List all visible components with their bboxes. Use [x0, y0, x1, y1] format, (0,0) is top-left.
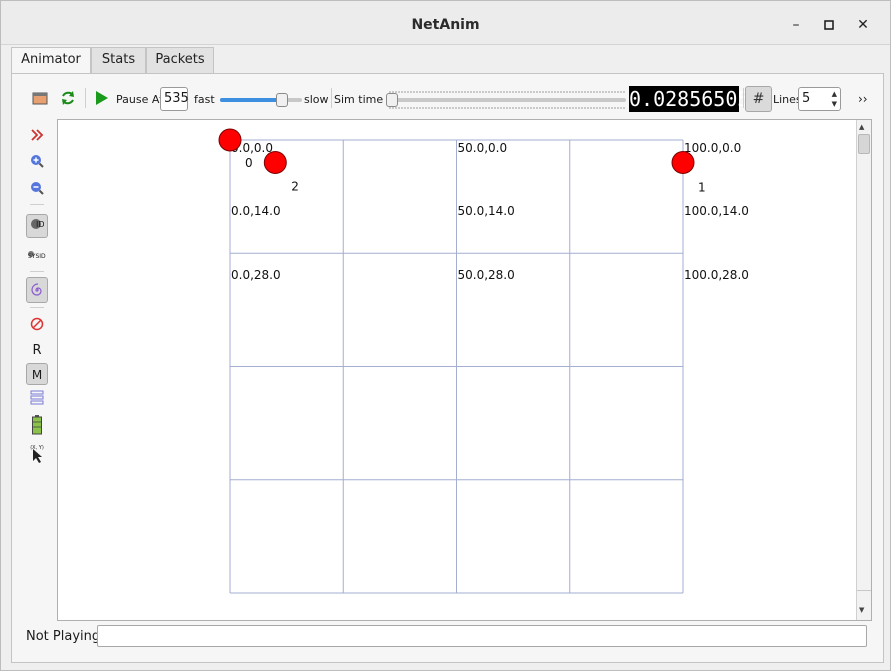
- node-id-label: 1: [698, 181, 706, 195]
- spiral-toggle-icon[interactable]: [26, 277, 48, 303]
- toolbar-separator: [743, 88, 744, 108]
- node-0[interactable]: [218, 128, 242, 152]
- speed-slider-handle[interactable]: [276, 93, 288, 107]
- status-label: Not Playing: [26, 629, 101, 644]
- grid-coordinate-label: 100.0,0.0: [684, 141, 741, 155]
- toolbar-separator: [85, 88, 86, 108]
- maximize-icon[interactable]: [819, 15, 839, 35]
- sim-time-slider-handle[interactable]: [386, 93, 398, 107]
- close-icon[interactable]: ✕: [853, 15, 873, 35]
- scroll-up-icon[interactable]: ▲: [859, 123, 864, 131]
- title-bar: NetAnim – ✕: [1, 1, 890, 45]
- disable-icon[interactable]: [26, 313, 48, 335]
- fast-label: fast: [194, 93, 215, 106]
- open-file-icon[interactable]: [32, 90, 48, 109]
- sidebar-separator: [30, 204, 44, 205]
- xy-pointer-toggle[interactable]: (X, Y): [26, 442, 48, 468]
- grid-coordinate-label: 100.0,28.0: [684, 268, 749, 282]
- node-1[interactable]: [671, 151, 695, 174]
- animator-pane: Pause At 535 fast slow Sim time 0.028565…: [11, 73, 884, 663]
- sidebar-separator: [30, 307, 44, 308]
- sidebar-separator: [30, 271, 44, 272]
- node-2[interactable]: [263, 151, 287, 174]
- toolbar: Pause At 535 fast slow Sim time 0.028565…: [12, 74, 883, 118]
- grid-toggle-icon[interactable]: #: [745, 86, 772, 112]
- node-id-label: 0: [245, 156, 253, 170]
- vertical-scrollbar[interactable]: ▲ ▼: [856, 120, 871, 620]
- list-lines-icon[interactable]: [26, 387, 48, 409]
- status-field: [97, 625, 867, 647]
- mobility-toggle[interactable]: M: [26, 363, 48, 385]
- node-id-label: ID: [36, 220, 45, 229]
- lines-value: 5: [802, 91, 811, 106]
- grid-labels: 0.0,0.0 50.0,0.0 100.0,0.00.0,14.0 50.0,14.…: [231, 141, 749, 282]
- toolbar-separator: [331, 88, 332, 108]
- lines-input[interactable]: 5 ▲ ▼: [798, 87, 841, 111]
- grid-coordinate-label: 100.0,14.0: [684, 204, 749, 218]
- window-title: NetAnim: [411, 17, 480, 33]
- animation-scene: 0.0,0.0 50.0,0.0 100.0,0.00.0,14.0 50.0,14.…: [218, 128, 749, 594]
- fast-forward-icon[interactable]: [26, 124, 48, 146]
- speed-slider-fill: [220, 98, 280, 102]
- pause-at-input[interactable]: 535: [160, 87, 189, 111]
- tab-packets[interactable]: Packets: [146, 47, 214, 73]
- zoom-out-icon[interactable]: [26, 177, 48, 199]
- scrollbar-divider: [857, 590, 871, 591]
- node-id-toggle[interactable]: ID: [26, 214, 48, 238]
- speed-slider[interactable]: [220, 93, 302, 107]
- sysid-toggle[interactable]: SYSID: [26, 246, 48, 268]
- animation-canvas[interactable]: 0.0,0.0 50.0,0.0 100.0,0.0 0.0,14.0 50.0,14.…: [57, 119, 872, 621]
- reload-icon[interactable]: [60, 90, 76, 109]
- zoom-in-icon[interactable]: [26, 150, 48, 172]
- play-icon[interactable]: [95, 91, 109, 108]
- spin-arrows-icon[interactable]: ▲ ▼: [832, 89, 837, 109]
- toolbar-overflow-button[interactable]: ››: [858, 92, 868, 106]
- grid-coordinate-label: 50.0,28.0: [458, 268, 515, 282]
- grid-coordinate-label: 0.0,14.0: [231, 204, 281, 218]
- node-id-label: 2: [291, 180, 299, 194]
- pointer-icon: [33, 449, 42, 463]
- slow-label: slow: [304, 93, 329, 106]
- routing-toggle[interactable]: R: [26, 340, 48, 362]
- scroll-down-icon[interactable]: ▼: [859, 606, 864, 614]
- minimize-icon[interactable]: –: [786, 15, 806, 35]
- scrollbar-thumb[interactable]: [858, 134, 870, 154]
- grid-coordinate-label: 50.0,0.0: [458, 141, 508, 155]
- sim-time-slider[interactable]: [386, 91, 626, 109]
- sidebar: ID SYSID R M (X, Y): [26, 124, 48, 524]
- nodes: 0 2 1: [218, 128, 706, 195]
- grid: [229, 139, 684, 594]
- sysid-label: SYSID: [28, 253, 46, 260]
- grid-coordinate-label: 50.0,14.0: [458, 204, 515, 218]
- sim-time-display: 0.02856505: [629, 86, 750, 112]
- battery-icon[interactable]: [26, 414, 48, 436]
- sim-time-label: Sim time: [334, 93, 384, 106]
- tab-animator[interactable]: Animator: [11, 47, 91, 74]
- netanim-window: NetAnim – ✕ Animator Stats Packets Pause…: [0, 0, 891, 671]
- tab-stats[interactable]: Stats: [91, 47, 146, 73]
- grid-coordinate-label: 0.0,28.0: [231, 268, 281, 282]
- pause-at-label: Pause At: [116, 93, 164, 106]
- sim-time-ticks: [389, 91, 625, 109]
